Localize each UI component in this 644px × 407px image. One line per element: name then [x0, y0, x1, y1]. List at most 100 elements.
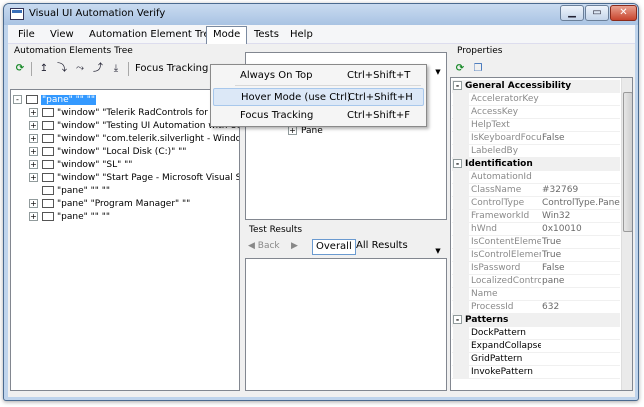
- scrollbar-thumb[interactable]: [623, 92, 632, 232]
- property-gutter: [453, 301, 469, 313]
- property-row[interactable]: AcceleratorKey: [452, 93, 620, 106]
- property-row[interactable]: IsControlElement True: [452, 249, 620, 262]
- property-category[interactable]: - Identification: [452, 158, 620, 171]
- expand-icon[interactable]: +: [29, 134, 38, 143]
- expand-icon[interactable]: +: [29, 173, 38, 182]
- collapse-icon[interactable]: -: [13, 95, 22, 104]
- tree-node[interactable]: + "window" "Testing UI Automation with UI…: [29, 120, 239, 133]
- menu-item-always-on-top[interactable]: Always On Top Ctrl+Shift+T: [213, 67, 424, 85]
- window-icon: [26, 95, 38, 104]
- refresh-properties-icon[interactable]: ⟳: [452, 61, 468, 77]
- menu-help[interactable]: Help: [284, 27, 319, 42]
- window-title: Visual UI Automation Verify: [29, 8, 166, 19]
- property-row[interactable]: IsKeyboardFocus False: [452, 132, 620, 145]
- property-row[interactable]: ControlType ControlType.Pane: [452, 197, 620, 210]
- property-row[interactable]: IsPassword False: [452, 262, 620, 275]
- menu-automation-element-tree[interactable]: Automation Element Tree: [83, 27, 222, 42]
- expand-icon[interactable]: +: [29, 160, 38, 169]
- navigate-last-child-icon[interactable]: ⤓: [108, 61, 124, 77]
- forward-arrow-icon[interactable]: ▶: [291, 241, 298, 251]
- property-gutter: [453, 119, 469, 131]
- expand-icon[interactable]: +: [29, 147, 38, 156]
- property-row[interactable]: GridPattern: [452, 353, 620, 366]
- menu-mode[interactable]: Mode: [206, 26, 248, 44]
- property-row[interactable]: LabeledBy: [452, 145, 620, 158]
- tree-node[interactable]: + "window" "Local Disk (C:)" "": [29, 146, 186, 159]
- menu-tests[interactable]: Tests: [248, 27, 285, 42]
- expand-icon[interactable]: +: [29, 199, 38, 208]
- menu-item-label: Hover Mode (use Ctrl): [241, 92, 351, 103]
- tree-node[interactable]: + "pane" "Program Manager" "": [29, 198, 190, 211]
- property-category[interactable]: - General Accessibility: [452, 80, 620, 93]
- tree-node[interactable]: + "window" "Start Page - Microsoft Visual…: [29, 172, 239, 185]
- property-row[interactable]: Name: [452, 288, 620, 301]
- property-row[interactable]: HelpText: [452, 119, 620, 132]
- menu-file[interactable]: File: [12, 27, 41, 42]
- tab-all-results[interactable]: All Results: [353, 239, 411, 255]
- property-gutter: [453, 197, 469, 209]
- tree-node[interactable]: + "pane" "" "": [29, 211, 110, 224]
- refresh-icon[interactable]: ⟳: [12, 61, 28, 77]
- property-row[interactable]: AutomationId: [452, 171, 620, 184]
- tree-node[interactable]: - "pane" "" "": [13, 94, 97, 107]
- menu-item-label: Focus Tracking: [240, 110, 314, 121]
- property-category-label: General Accessibility: [465, 81, 572, 91]
- property-name: IsPassword: [471, 263, 521, 273]
- property-row[interactable]: ClassName #32769: [452, 184, 620, 197]
- property-row[interactable]: hWnd 0x10010: [452, 223, 620, 236]
- property-category[interactable]: - Patterns: [452, 314, 620, 327]
- property-name: ExpandCollapseF: [471, 341, 541, 351]
- property-name: LabeledBy: [471, 146, 519, 156]
- properties-grid[interactable]: - General Accessibility AcceleratorKey Acce…: [450, 77, 633, 391]
- expand-icon[interactable]: +: [29, 108, 38, 117]
- copy-icon[interactable]: ❐: [470, 61, 486, 77]
- property-row[interactable]: FrameworkId Win32: [452, 210, 620, 223]
- property-name: IsControlElement: [471, 250, 541, 260]
- property-name: AutomationId: [471, 172, 532, 182]
- window-icon: [42, 134, 54, 143]
- close-button[interactable]: ✕: [610, 5, 637, 21]
- property-row[interactable]: LocalizedControl pane: [452, 275, 620, 288]
- navigate-parent-icon[interactable]: ↥: [36, 61, 52, 77]
- expand-icon[interactable]: +: [29, 121, 38, 130]
- collapse-icon[interactable]: -: [453, 315, 462, 324]
- property-row[interactable]: DockPattern: [452, 327, 620, 340]
- property-row[interactable]: AccessKey: [452, 106, 620, 119]
- navigate-previous-sibling-icon[interactable]: ⤴: [90, 61, 106, 77]
- tree-node[interactable]: "pane" "" "": [29, 185, 110, 198]
- property-row[interactable]: IsContentElementTrue: [452, 236, 620, 249]
- menu-item-focus-tracking[interactable]: Focus Tracking Ctrl+Shift+F: [213, 107, 424, 125]
- window-icon: [42, 108, 54, 117]
- tree-node[interactable]: + "window" "Telerik RadControls for Sil: [29, 107, 222, 120]
- property-gutter: [453, 223, 469, 235]
- chevron-down-icon[interactable]: ▼: [432, 68, 444, 79]
- tree-node[interactable]: + "window" "com.telerik.silverlight - Win…: [29, 133, 239, 146]
- expand-icon[interactable]: +: [288, 126, 297, 135]
- property-row[interactable]: ExpandCollapseF: [452, 340, 620, 353]
- test-results-box: [245, 258, 447, 391]
- menu-item-hover-mode[interactable]: Hover Mode (use Ctrl) Ctrl+Shift+H: [213, 88, 424, 106]
- menu-view[interactable]: View: [44, 27, 80, 42]
- back-button[interactable]: ◀ Back: [248, 241, 280, 251]
- maximize-button[interactable]: ▭: [585, 5, 609, 21]
- expand-icon[interactable]: +: [29, 212, 38, 221]
- properties-scrollbar[interactable]: [621, 78, 632, 390]
- menu-bar: File View Automation Element Tree Mode T…: [8, 25, 635, 44]
- tree-node-label: "window" "Telerik RadControls for Sil: [57, 108, 222, 118]
- collapse-icon[interactable]: -: [453, 159, 462, 168]
- title-bar[interactable]: Visual UI Automation Verify ▁ ▭ ✕: [4, 4, 638, 25]
- navigate-first-child-icon[interactable]: ⤵: [54, 61, 70, 77]
- tab-overall[interactable]: Overall: [312, 239, 356, 255]
- elements-tree[interactable]: - "pane" "" "" + "window" "Telerik RadContr…: [10, 89, 240, 391]
- tree-node[interactable]: + "window" "SL" "": [29, 159, 132, 172]
- property-row[interactable]: ProcessId 632: [452, 301, 620, 314]
- collapse-icon[interactable]: -: [453, 81, 462, 90]
- navigate-next-sibling-icon[interactable]: ⤳: [72, 61, 88, 77]
- property-name: FrameworkId: [471, 211, 530, 221]
- property-gutter: [453, 132, 469, 144]
- chevron-down-icon[interactable]: ▼: [432, 247, 444, 258]
- focus-tracking-button[interactable]: Focus Tracking: [135, 63, 208, 74]
- property-gutter: [453, 106, 469, 118]
- property-row[interactable]: InvokePattern: [452, 366, 620, 379]
- minimize-button[interactable]: ▁: [560, 5, 584, 21]
